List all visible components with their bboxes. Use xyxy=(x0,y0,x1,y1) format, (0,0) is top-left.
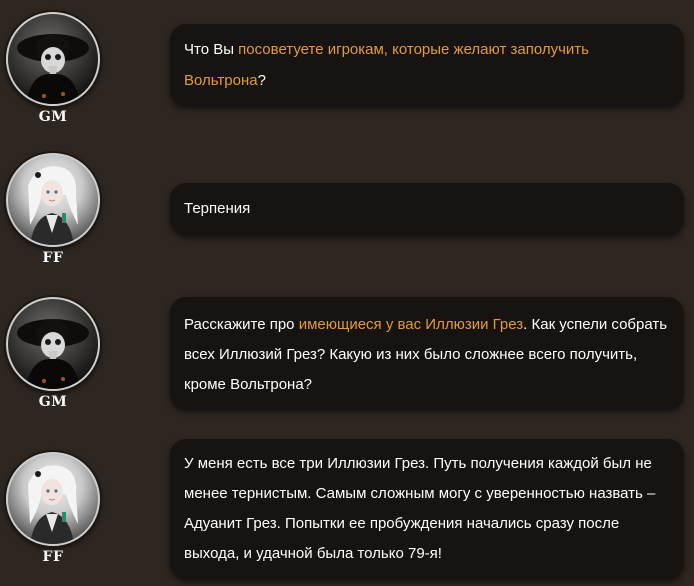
message-text: Терпения xyxy=(184,200,251,217)
speaker-label: FF xyxy=(42,250,64,266)
speaker-label: FF xyxy=(42,549,64,565)
speaker-block: GM xyxy=(6,297,100,410)
highlighted-text: имеющиеся у вас Иллюзии Грез xyxy=(298,316,524,333)
plague-doctor-avatar-icon xyxy=(6,297,100,391)
message-text: Расскажите про xyxy=(184,316,299,333)
message-bubble: У меня есть все три Иллюзии Грез. Путь п… xyxy=(170,439,684,579)
message-bubble: Терпения xyxy=(170,183,684,235)
message-text: ? xyxy=(257,72,266,89)
speaker-block: GM xyxy=(6,12,100,125)
white-haired-character-avatar-icon xyxy=(6,153,100,247)
speaker-block: FF xyxy=(6,153,100,266)
speaker-label: GM xyxy=(38,394,68,410)
highlighted-text: посоветуете игрокам, которые желают запо… xyxy=(184,41,589,89)
speaker-block: FF xyxy=(6,452,100,565)
message-text: Что Вы xyxy=(184,41,239,58)
message-bubble: Что Вы посоветуете игрокам, которые жела… xyxy=(170,24,684,106)
white-haired-character-avatar-icon xyxy=(6,452,100,546)
plague-doctor-avatar-icon xyxy=(6,12,100,106)
message-bubble: Расскажите про имеющиеся у вас Иллюзии Г… xyxy=(170,297,684,409)
speaker-label: GM xyxy=(38,109,68,125)
message-text: У меня есть все три Иллюзии Грез. Путь п… xyxy=(184,455,656,562)
